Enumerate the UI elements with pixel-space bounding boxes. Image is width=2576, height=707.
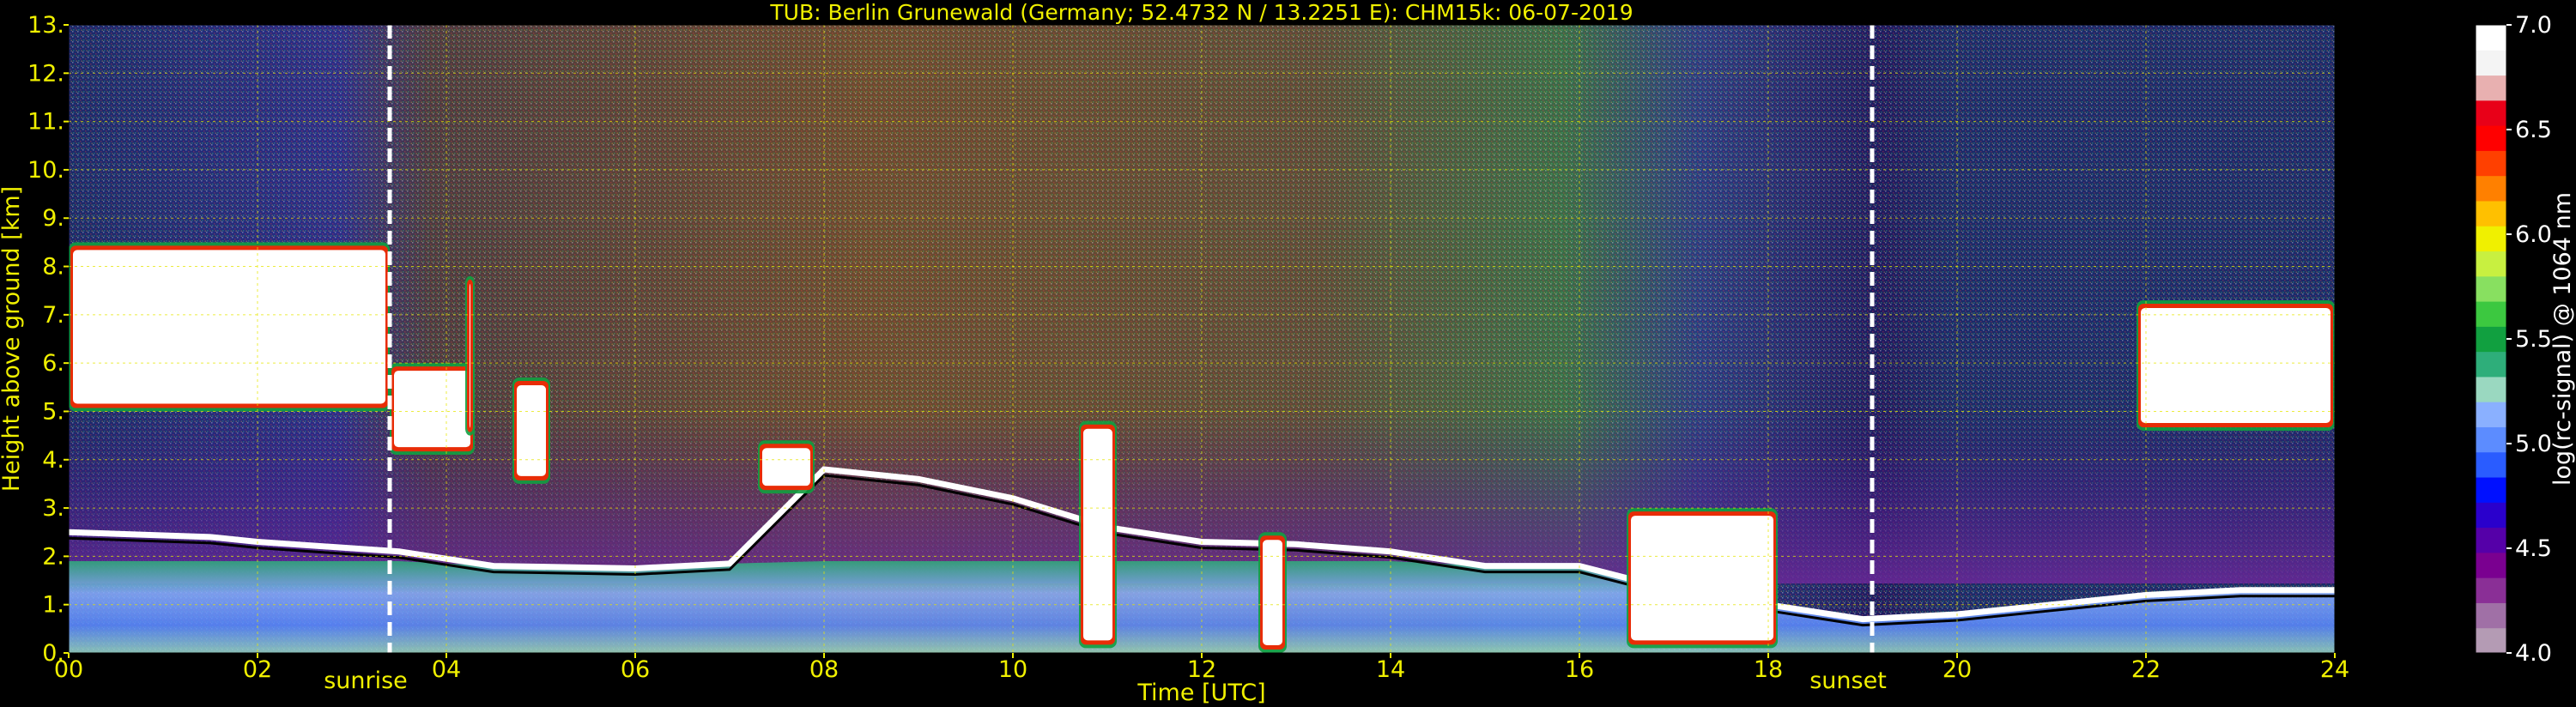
colorbar-segment (2476, 477, 2506, 503)
cloud-layer (1258, 532, 1287, 653)
colorbar-segment (2476, 75, 2506, 101)
colorbar-segment (2476, 426, 2506, 453)
y-axis-label: Height above ground [km] (0, 186, 25, 492)
cloud-layer (1079, 420, 1117, 649)
x-tick-label: 04 (432, 656, 461, 683)
plot-area (69, 25, 2335, 653)
y-tick-label: 12. (27, 60, 64, 87)
colorbar-segment (2476, 175, 2506, 202)
colorbar-segment (2476, 326, 2506, 353)
colorbar-segment (2476, 301, 2506, 327)
colorbar-tick-label: 5.0 (2515, 431, 2552, 457)
y-tick-label: 1. (42, 592, 64, 619)
colorbar-segment (2476, 25, 2506, 51)
y-tick-label: 8. (42, 254, 64, 281)
colorbar-segment (2476, 552, 2506, 578)
colorbar-tick-label: 4.0 (2515, 640, 2552, 667)
y-axis: 0. 1. 2. 3. 4. 5. 6. 7. 8. 9. 10. 11. 12. 13. (27, 12, 69, 667)
colorbar-segment (2476, 251, 2506, 277)
colorbar-tick-label: 5.5 (2515, 326, 2552, 353)
x-tick-label: 22 (2131, 656, 2161, 683)
colorbar: 4.0 4.5 5.0 5.5 6.0 6.5 7.0 (2475, 12, 2552, 667)
colorbar-tick-label: 4.5 (2515, 535, 2552, 562)
chart-title: TUB: Berlin Grunewald (Germany; 52.4732 … (769, 0, 1633, 25)
x-tick-label: 20 (1943, 656, 1972, 683)
x-tick-label: 16 (1565, 656, 1594, 683)
y-tick-label: 13. (27, 12, 64, 39)
cloud-layer (758, 440, 815, 494)
x-tick-label: 18 (1754, 656, 1783, 683)
cloud-layer (390, 363, 475, 456)
colorbar-segment (2476, 200, 2506, 227)
x-tick-label: 02 (243, 656, 272, 683)
colorbar-segment (2476, 602, 2506, 629)
sunset-label: sunset (1809, 668, 1887, 694)
x-tick-label: 10 (998, 656, 1027, 683)
y-tick-label: 3. (42, 495, 64, 522)
colorbar-segment (2476, 125, 2506, 151)
cloud-layer (512, 378, 550, 484)
y-tick-label: 6. (42, 350, 64, 377)
colorbar-tick-label: 6.0 (2515, 221, 2552, 248)
cloud-layer (69, 242, 390, 412)
cloud-layer (1627, 508, 1778, 649)
y-tick-label: 10. (27, 157, 64, 184)
y-tick-label: 2. (42, 543, 64, 570)
sunrise-label: sunrise (324, 668, 408, 694)
y-tick-label: 4. (42, 447, 64, 474)
colorbar-segment (2476, 577, 2506, 603)
colorbar-segment (2476, 376, 2506, 402)
colorbar-tick-label: 7.0 (2515, 12, 2552, 39)
x-axis-label: Time [UTC] (1136, 680, 1265, 706)
colorbar-segment (2476, 100, 2506, 126)
colorbar-segment (2476, 627, 2506, 654)
colorbar-label: log(rc-signal) @ 1064 nm (2549, 192, 2576, 486)
x-tick-label: 24 (2320, 656, 2349, 683)
y-tick-label: 9. (42, 205, 64, 232)
x-tick-label: 08 (809, 656, 839, 683)
y-tick-label: 5. (42, 398, 64, 425)
colorbar-segment (2476, 402, 2506, 427)
event-labels: sunrise sunset (324, 668, 1887, 694)
colorbar-segment (2476, 275, 2506, 302)
colorbar-segment (2476, 451, 2506, 478)
y-tick-label: 0. (42, 640, 64, 667)
ceilometer-chart: TUB: Berlin Grunewald (Germany; 52.4732 … (0, 0, 2576, 706)
colorbar-segment (2476, 50, 2506, 76)
colorbar-segment (2476, 502, 2506, 529)
colorbar-tick-label: 6.5 (2515, 117, 2552, 143)
x-tick-label: 06 (621, 656, 650, 683)
colorbar-segment (2476, 527, 2506, 553)
y-tick-label: 7. (42, 302, 64, 329)
colorbar-segment (2476, 351, 2506, 378)
x-tick-label: 14 (1376, 656, 1405, 683)
colorbar-segment (2476, 150, 2506, 177)
y-tick-label: 11. (27, 109, 64, 136)
colorbar-segment (2476, 226, 2506, 252)
